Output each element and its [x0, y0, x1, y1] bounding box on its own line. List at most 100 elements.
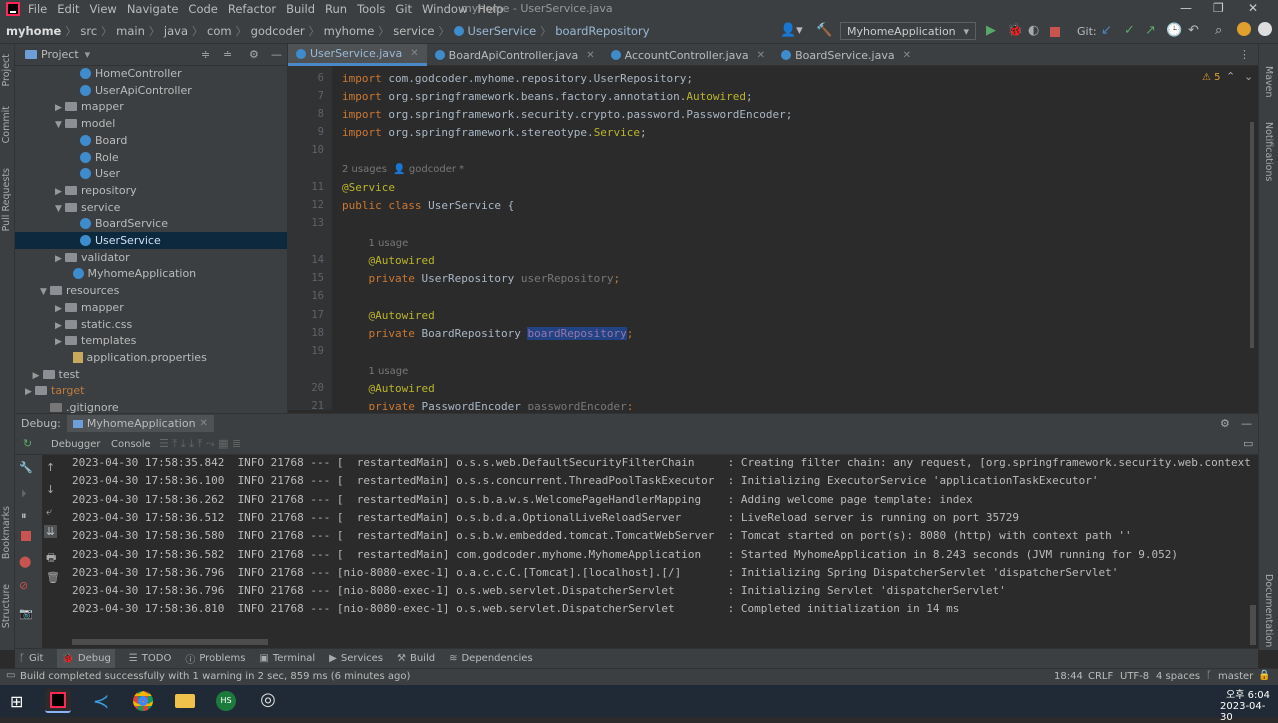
- git-commit-icon[interactable]: ✓: [1124, 23, 1135, 38]
- breadcrumb-class[interactable]: UserService: [468, 24, 537, 38]
- layout-icon[interactable]: ▭: [1243, 437, 1253, 450]
- tree-item[interactable]: ▼ resources: [15, 282, 287, 299]
- tree-item[interactable]: Board: [15, 132, 287, 149]
- coverage-icon[interactable]: ◐: [1028, 23, 1039, 38]
- code-line[interactable]: @Autowired: [342, 254, 435, 267]
- git-push-icon[interactable]: ↗: [1145, 23, 1156, 38]
- tab-dependencies[interactable]: ≋ Dependencies: [449, 653, 533, 664]
- tree-item[interactable]: ▶ repository: [15, 182, 287, 199]
- run-config-select[interactable]: MyhomeApplication ▾: [840, 22, 976, 40]
- breadcrumb-field[interactable]: boardRepository: [555, 24, 649, 38]
- camera-icon[interactable]: 📷: [19, 607, 33, 620]
- gear-icon[interactable]: ⚙: [249, 48, 259, 61]
- intellij-taskbar-icon[interactable]: [45, 689, 71, 713]
- updates-icon[interactable]: [1237, 22, 1251, 36]
- clock-time[interactable]: 오후 6:04: [1226, 686, 1270, 701]
- caret-position[interactable]: 18:44: [1054, 671, 1083, 682]
- close-tab-icon[interactable]: ✕: [903, 50, 911, 61]
- tree-item[interactable]: ▼ model: [15, 115, 287, 132]
- code-line[interactable]: import org.springframework.security.cryp…: [342, 108, 792, 121]
- tree-item[interactable]: Role: [15, 149, 287, 166]
- tree-item[interactable]: HomeController: [15, 65, 287, 82]
- wrench-icon[interactable]: 🔧: [19, 461, 33, 474]
- collapse-all-icon[interactable]: ≐: [223, 48, 232, 61]
- tab-debug[interactable]: 🐞 Debug: [57, 649, 115, 668]
- tree-item[interactable]: ▶ mapper: [15, 299, 287, 316]
- inlay-hint[interactable]: 2 usages 👤 godcoder *: [342, 162, 464, 175]
- tree-item[interactable]: UserApiController: [15, 82, 287, 99]
- code-line[interactable]: public class UserService {: [342, 199, 514, 212]
- hide-panel-icon[interactable]: —: [1241, 417, 1252, 430]
- mute-breakpoints-icon[interactable]: ⊘: [19, 579, 28, 592]
- warning-icon[interactable]: ⚠ 5: [1202, 72, 1221, 83]
- print-icon[interactable]: 🖶: [46, 549, 56, 568]
- bookmarks-tool-label[interactable]: Bookmarks: [1, 506, 12, 559]
- project-tool-label[interactable]: Project: [1, 54, 12, 87]
- more-tabs-icon[interactable]: ⋮: [1239, 48, 1250, 61]
- menu-navigate[interactable]: Navigate: [127, 2, 179, 16]
- clock-date[interactable]: 2023-04-30: [1220, 701, 1278, 723]
- tree-item[interactable]: ▼ service: [15, 199, 287, 216]
- pull-requests-tool-label[interactable]: Pull Requests: [1, 168, 12, 231]
- tree-item[interactable]: ▶ static.css: [15, 316, 287, 333]
- tab-userservice[interactable]: UserService.java ✕: [288, 44, 427, 66]
- expand-all-icon[interactable]: ≑: [201, 48, 210, 61]
- rerun-icon[interactable]: ↻: [23, 437, 32, 450]
- menu-run[interactable]: Run: [325, 2, 347, 16]
- menu-file[interactable]: File: [28, 2, 47, 16]
- tree-item[interactable]: User: [15, 165, 287, 182]
- breadcrumb-service[interactable]: service: [393, 24, 434, 38]
- code-line[interactable]: private BoardRepository boardRepository;: [342, 327, 633, 340]
- rollback-icon[interactable]: ↶: [1188, 23, 1199, 38]
- scroll-to-end-icon[interactable]: ⇊: [44, 525, 58, 538]
- tab-debugger[interactable]: Debugger: [51, 439, 101, 450]
- tree-item[interactable]: UserService: [15, 232, 287, 249]
- close-icon[interactable]: ✕: [200, 418, 208, 429]
- code-editor[interactable]: 6 7 8 9 10 11 12 13 14 15 16 17 18 19 20 21 import com.…: [288, 66, 1258, 410]
- soft-wrap-icon[interactable]: ⤶: [46, 505, 52, 519]
- code-line[interactable]: import org.springframework.beans.factory…: [342, 90, 753, 103]
- tab-terminal[interactable]: ▣ Terminal: [259, 653, 315, 664]
- indent-setting[interactable]: 4 spaces: [1156, 671, 1200, 682]
- breadcrumb-myhome[interactable]: myhome: [324, 24, 375, 38]
- structure-tool-label[interactable]: Structure: [1, 584, 12, 628]
- tree-item[interactable]: ▶ mapper: [15, 98, 287, 115]
- tab-git[interactable]: ᚴ Git: [19, 653, 43, 664]
- windows-start-icon[interactable]: ⊞: [10, 692, 23, 711]
- close-tab-icon[interactable]: ✕: [410, 48, 418, 59]
- tab-boardapicontroller[interactable]: BoardApiController.java ✕: [427, 44, 603, 66]
- vscode-taskbar-icon[interactable]: ≺: [88, 689, 114, 713]
- console-h-scrollbar[interactable]: [72, 639, 268, 645]
- menu-view[interactable]: View: [90, 2, 117, 16]
- user-icon[interactable]: 👤▾: [780, 23, 803, 38]
- folder-taskbar-icon[interactable]: [172, 689, 198, 713]
- close-tab-icon[interactable]: ✕: [757, 50, 765, 61]
- gear-icon[interactable]: ⚙: [1220, 417, 1230, 430]
- notifications-tool-label[interactable]: Notifications: [1263, 122, 1274, 181]
- code-line[interactable]: @Autowired: [342, 382, 435, 395]
- menu-git[interactable]: Git: [395, 2, 412, 16]
- minimize-icon[interactable]: —: [1180, 1, 1192, 15]
- tree-item[interactable]: ▶ target: [15, 382, 287, 399]
- menu-tools[interactable]: Tools: [357, 2, 385, 16]
- trash-icon[interactable]: 🗑: [46, 571, 60, 584]
- code-line[interactable]: import org.springframework.stereotype.Se…: [342, 126, 647, 139]
- breadcrumb-project[interactable]: myhome: [6, 24, 61, 38]
- tab-console[interactable]: Console: [111, 439, 151, 450]
- tree-item[interactable]: .gitignore: [15, 399, 287, 414]
- code-line[interactable]: private PasswordEncoder passwordEncoder;: [342, 400, 634, 410]
- tab-accountcontroller[interactable]: AccountController.java ✕: [603, 44, 773, 66]
- hammer-build-icon[interactable]: 🔨: [816, 23, 832, 38]
- commit-tool-label[interactable]: Commit: [1, 106, 12, 143]
- code-line[interactable]: @Service: [342, 181, 395, 194]
- file-encoding[interactable]: UTF-8: [1120, 671, 1149, 682]
- close-icon[interactable]: ✕: [1248, 1, 1258, 15]
- chrome-taskbar-icon[interactable]: [130, 689, 156, 713]
- stop-icon[interactable]: [21, 531, 31, 541]
- line-separator[interactable]: CRLF: [1088, 671, 1113, 682]
- hide-panel-icon[interactable]: —: [271, 48, 282, 61]
- lock-icon[interactable]: 🔒: [1258, 670, 1270, 681]
- tab-boardservice[interactable]: BoardService.java ✕: [773, 44, 919, 66]
- menu-build[interactable]: Build: [286, 2, 315, 16]
- console-v-scrollbar[interactable]: [1250, 605, 1256, 645]
